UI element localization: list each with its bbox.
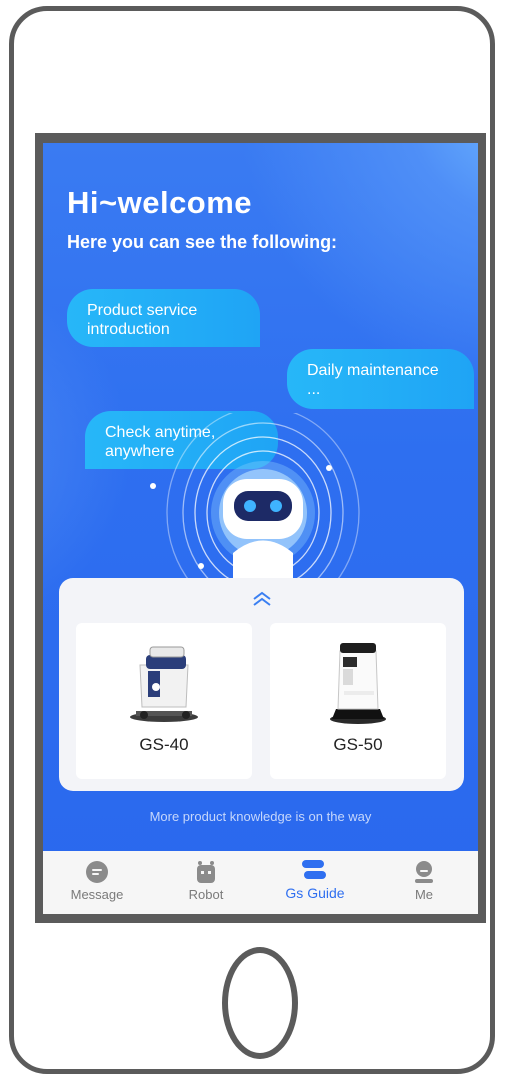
guide-icon (302, 860, 326, 879)
robot-icon (197, 861, 215, 883)
gs50-robot-image (330, 643, 386, 724)
tab-robot[interactable]: Robot (152, 851, 260, 914)
product-tile-gs50[interactable]: GS-50 (270, 623, 446, 779)
tab-label-robot: Robot (188, 887, 224, 902)
tab-message[interactable]: Message (43, 851, 151, 914)
gs40-robot-image (130, 646, 198, 722)
more-knowledge-note: More product knowledge is on the way (149, 809, 372, 824)
tab-gs-guide[interactable]: Gs Guide (261, 851, 369, 914)
tab-me[interactable]: Me (370, 851, 478, 914)
chevron-up-icon[interactable] (251, 590, 273, 608)
home-button[interactable] (222, 947, 298, 1059)
app-screen: Hi~welcome Here you can see the followin… (43, 143, 478, 914)
tab-label-me: Me (414, 887, 434, 902)
bubble-daily-maintenance: Daily maintenance ... (287, 349, 474, 409)
tab-label-gs-guide: Gs Guide (285, 885, 345, 901)
person-icon (415, 861, 433, 883)
product-name-gs50: GS-50 (333, 735, 383, 754)
product-tile-gs40[interactable]: GS-40 (76, 623, 252, 779)
product-name-gs40: GS-40 (139, 735, 189, 754)
product-card: GS-40 GS-50 (59, 578, 464, 791)
bubble-product-service: Product service introduction (67, 289, 260, 347)
welcome-subtitle: Here you can see the following: (67, 232, 338, 252)
message-icon (86, 861, 108, 883)
robot-illustration (143, 413, 383, 583)
bottom-tab-bar: Message Robot Gs Guide Me (43, 851, 478, 914)
tab-label-message: Message (70, 887, 124, 902)
welcome-title: Hi~welcome (67, 185, 253, 220)
